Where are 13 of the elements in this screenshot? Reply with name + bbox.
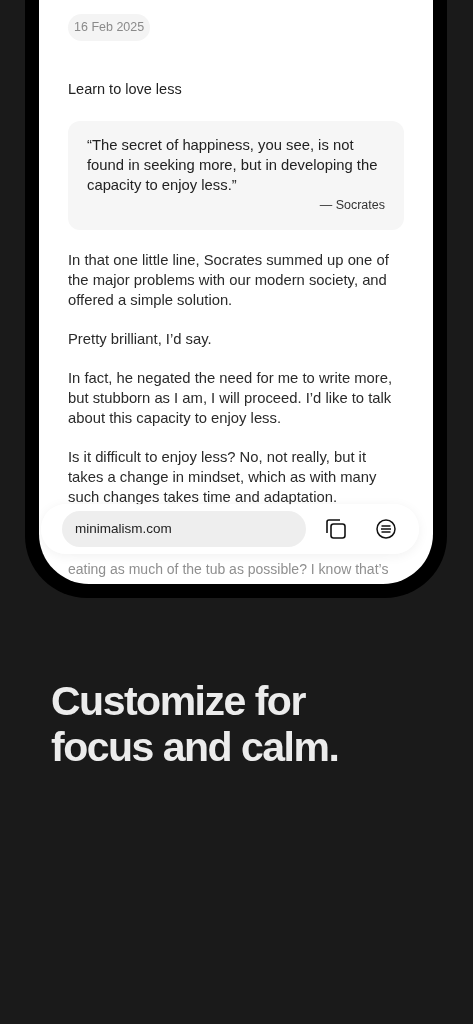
paragraph: In that one little line, Socrates summed up one of the major problems with our modern society, and offered a simple solution. [68,251,390,311]
address-bar[interactable]: minimalism.com [62,511,306,547]
article-title: Learn to love less [68,79,183,99]
menu-icon[interactable] [376,519,396,539]
tabs-icon[interactable] [325,518,347,540]
quote-author: — Socrates [318,196,385,214]
paragraph: In fact, he negated the need for me to write more, but stubborn as I am, I will proceed. I’d like to talk about this capacity to enjoy less. [68,369,394,429]
paragraph: Is it difficult to enjoy less? No, not really, but it takes a change in mindset, which as with many such changes takes time and adaptation. [68,448,378,508]
paragraph: Pretty brilliant, I’d say. [68,330,213,350]
faded-paragraph-text: eating as much of the tub as possible? I know that’s [68,560,390,580]
quote-text: “The secret of happiness, you see, is not found in seeking more, but in developing the capacity to enjoy less.” [87,135,379,195]
date-label: 16 Feb 2025 [68,14,151,41]
headline: Customize for focus and calm. [51,678,340,770]
